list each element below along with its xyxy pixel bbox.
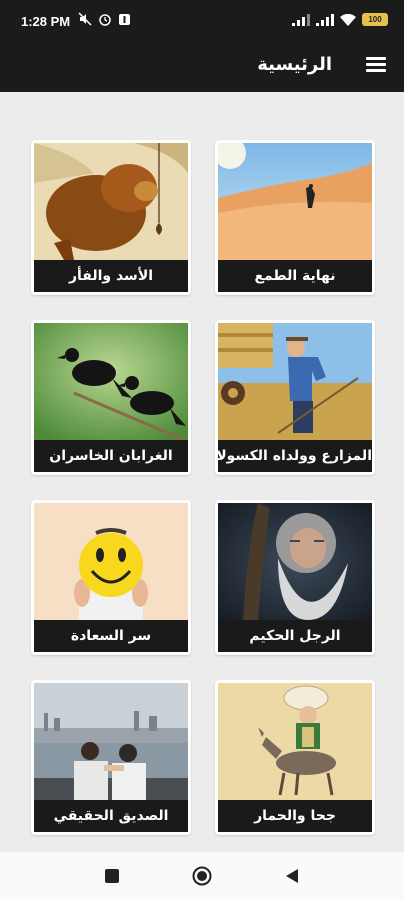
story-card[interactable]: جحا والحمار — [215, 680, 375, 835]
crows-image — [34, 323, 188, 440]
story-card[interactable]: المزارع وولداه الكسولان — [215, 320, 375, 475]
story-card[interactable]: سر السعادة — [31, 500, 191, 655]
circle-icon[interactable] — [192, 866, 212, 886]
story-card[interactable]: الغرابان الخاسران — [31, 320, 191, 475]
status-bar: 1:28 PM 100 — [0, 0, 404, 44]
status-icons-right: 100 — [292, 13, 388, 26]
notification-icon — [119, 13, 130, 25]
signal-icon — [292, 13, 310, 26]
desert-traveler-image — [218, 143, 372, 260]
lion-image — [34, 143, 188, 260]
app-bar: الرئيسية — [0, 44, 404, 92]
story-title: نهاية الطمع — [218, 260, 372, 292]
wise-old-man-image — [218, 503, 372, 620]
story-title: الأسد والفأر — [34, 260, 188, 292]
story-card[interactable]: الرجل الحكيم — [215, 500, 375, 655]
juha-donkey-image — [218, 683, 372, 800]
page-title: الرئيسية — [257, 54, 332, 75]
story-title: الرجل الحكيم — [218, 620, 372, 652]
triangle-back-icon[interactable] — [282, 866, 302, 886]
smiley-face-image — [34, 503, 188, 620]
story-grid: نهاية الطمع الأسد والفأر المزارع وولداه … — [0, 92, 404, 852]
signal-icon-2 — [316, 13, 334, 26]
wifi-icon — [340, 13, 356, 26]
hamburger-menu-icon[interactable] — [364, 54, 388, 78]
status-time: 1:28 PM — [21, 14, 71, 29]
friends-image — [34, 683, 188, 800]
alarm-icon — [99, 14, 111, 26]
story-card[interactable]: نهاية الطمع — [215, 140, 375, 295]
story-title: الصديق الحقيقي — [34, 800, 188, 832]
system-nav-bar — [0, 852, 404, 900]
story-card[interactable]: الصديق الحقيقي — [31, 680, 191, 835]
story-title: جحا والحمار — [218, 800, 372, 832]
farmer-image — [218, 323, 372, 440]
story-title: المزارع وولداه الكسولان — [218, 440, 372, 472]
status-icons-left — [78, 12, 131, 26]
mute-icon — [78, 12, 92, 26]
story-card[interactable]: الأسد والفأر — [31, 140, 191, 295]
square-icon[interactable] — [102, 866, 122, 886]
story-title: سر السعادة — [34, 620, 188, 652]
battery-icon: 100 — [362, 13, 388, 26]
story-title: الغرابان الخاسران — [34, 440, 188, 472]
